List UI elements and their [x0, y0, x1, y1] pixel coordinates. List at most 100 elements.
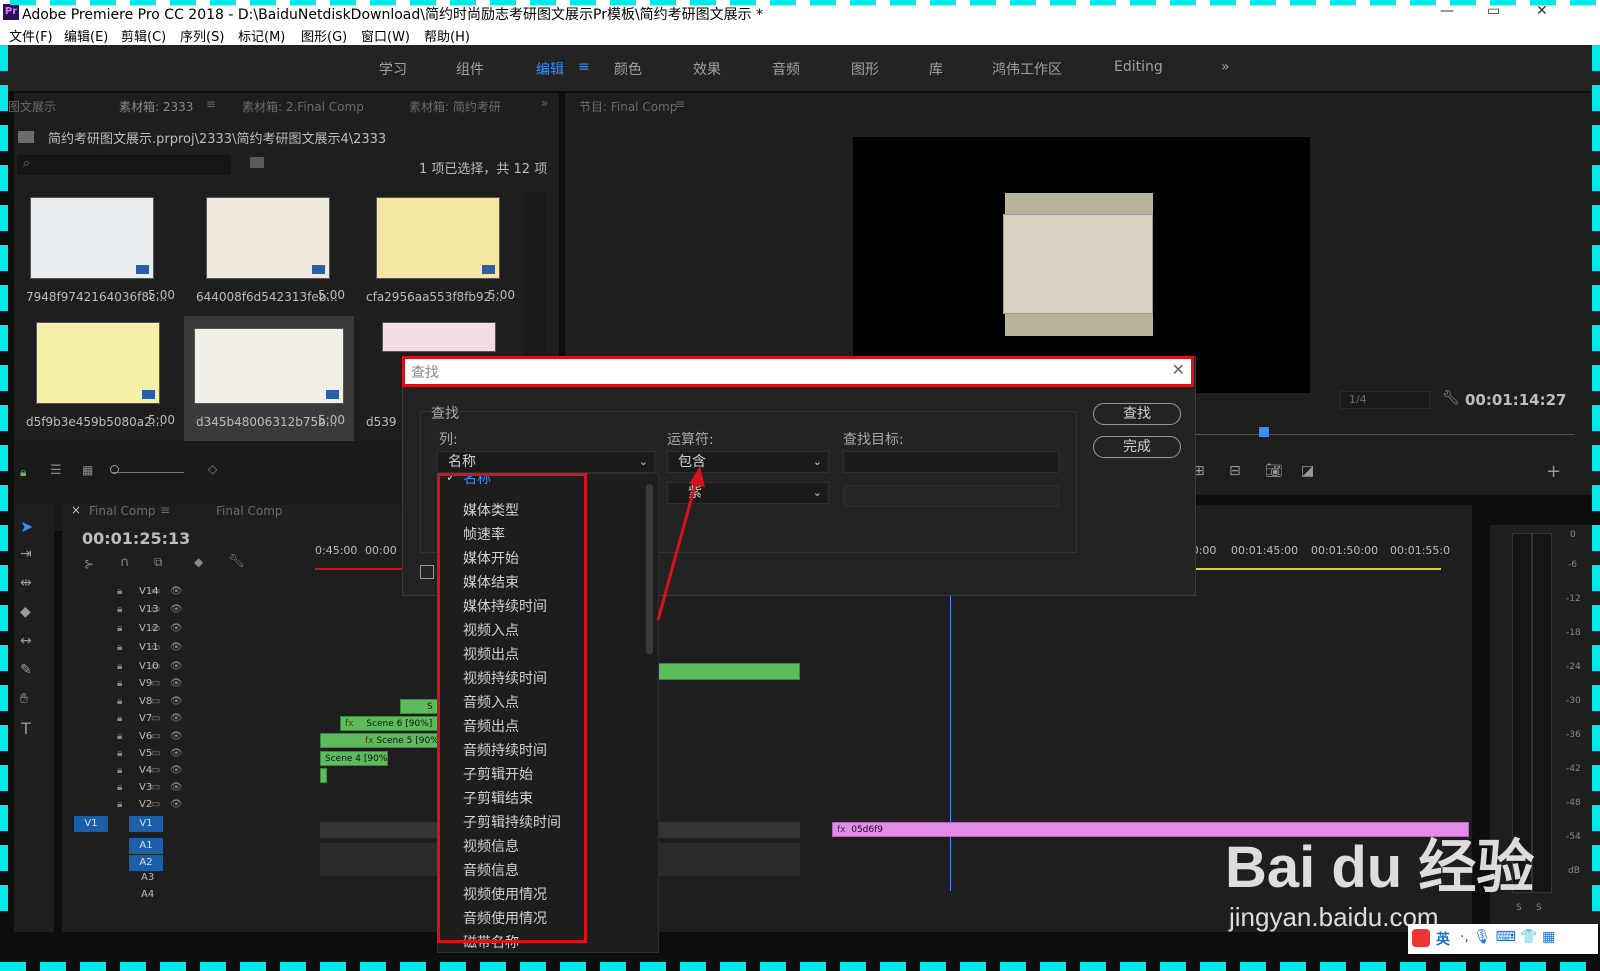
razor-tool-icon[interactable]: ◆ [20, 604, 31, 620]
meter-scale-label: -12 [1566, 594, 1581, 604]
menu-sequence[interactable]: 序列(S) [180, 26, 224, 45]
nest-icon[interactable]: ⊱ [84, 557, 94, 571]
timeline-clip-v10[interactable] [658, 663, 800, 680]
timeline-settings-icon[interactable]: 🔧︎ [228, 554, 245, 569]
track-header-v13: 🔒︎ ▭ 👁︎ V13 [117, 604, 183, 615]
menu-help[interactable]: 帮助(H) [424, 26, 470, 45]
ripple-edit-tool-icon[interactable]: ⇹ [20, 575, 32, 591]
comparison-icon[interactable]: ◪ [1301, 463, 1314, 479]
find-dialog-close-icon[interactable]: ✕ [1172, 360, 1185, 379]
hand-tool-icon[interactable]: ✋︎ [20, 691, 28, 707]
maximize-button[interactable]: ▭ [1487, 3, 1500, 19]
program-playhead[interactable] [1259, 427, 1269, 437]
workspace-libraries[interactable]: 库 [929, 59, 943, 79]
timeline-clip-v4[interactable] [320, 768, 327, 783]
program-menu-icon[interactable]: ≡ [675, 97, 685, 111]
new-bin-icon[interactable] [250, 157, 264, 168]
find-button[interactable]: 查找 [1093, 403, 1181, 425]
zoom-slider[interactable] [112, 472, 184, 473]
operator-select[interactable]: 包含 ⌄ [667, 451, 829, 473]
workspace-effects[interactable]: 效果 [693, 59, 721, 79]
timeline-playhead[interactable] [950, 573, 951, 891]
project-item-selected[interactable]: d345b48006312b75b... 5:00 [184, 316, 354, 441]
menu-edit[interactable]: 编辑(E) [64, 26, 108, 45]
camera-icon[interactable]: 📷︎ [1265, 463, 1283, 479]
project-tab-bin-simple[interactable]: 素材箱: 简约考研 [409, 98, 501, 115]
timeline-tab-final-comp[interactable]: Final Comp [89, 504, 156, 518]
ime-toolbar: 英 ·, 🎙 ⌨ 👕 ▦ [1408, 924, 1598, 954]
project-item[interactable]: cfa2956aa553f8fb92... 5:00 [354, 191, 524, 316]
column-select[interactable]: 名称 ⌄ [437, 451, 655, 473]
dropdown-scrollbar[interactable] [646, 484, 653, 654]
icon-view-icon[interactable]: ▦ [82, 463, 93, 477]
menu-clip[interactable]: 剪辑(C) [121, 26, 166, 45]
workspace-menu-icon[interactable]: ≡ [578, 59, 590, 75]
clip-thumbnail [206, 197, 330, 279]
wrench-icon[interactable]: 🔧︎ [1442, 390, 1460, 406]
menu-file[interactable]: 文件(F) [9, 26, 53, 45]
list-view-icon[interactable]: ☰ [50, 463, 62, 478]
slip-tool-icon[interactable]: ↔ [20, 633, 32, 649]
workspace-audio[interactable]: 音频 [772, 59, 800, 79]
menu-marker[interactable]: 标记(M) [238, 26, 285, 45]
add-marker-icon[interactable]: ◆ [194, 555, 203, 569]
workspace-custom[interactable]: 鸿伟工作区 [992, 59, 1062, 79]
source-patch-v1[interactable]: V1 [74, 816, 108, 832]
track-target-v1[interactable]: V1 [129, 816, 163, 832]
timeline-tab-final-comp-2[interactable]: Final Comp [216, 504, 283, 518]
lock-icon[interactable]: 🔒︎ [20, 465, 26, 480]
sort-icon[interactable]: ◇ [208, 462, 217, 476]
minimize-button[interactable]: — [1440, 3, 1454, 19]
workspace-color[interactable]: 颜色 [614, 59, 642, 79]
close-button[interactable]: ✕ [1536, 3, 1548, 19]
find-target-input[interactable] [843, 451, 1059, 473]
pen-tool-icon[interactable]: ✎ [20, 662, 32, 678]
capture-frame-top [10, 0, 1600, 5]
track-target-a1[interactable]: A1 [129, 838, 163, 854]
workspace-learn[interactable]: 学习 [379, 59, 407, 79]
project-tab-1[interactable]: 图文展示 [8, 98, 56, 115]
menu-window[interactable]: 窗口(W) [361, 26, 410, 45]
program-monitor-title[interactable]: 节目: Final Comp [579, 98, 677, 115]
workspace-editing[interactable]: 编辑 [536, 59, 564, 79]
ime-symbols[interactable]: ·, 🎙 ⌨ 👕 ▦ [1460, 929, 1555, 945]
done-button[interactable]: 完成 [1093, 436, 1181, 458]
zoom-slider-handle[interactable] [110, 465, 119, 474]
project-item[interactable]: 644008f6d542313feb... 5:00 [184, 191, 354, 316]
timeline-clip-v6[interactable]: fx Scene 5 [90%] [320, 733, 440, 748]
ime-language[interactable]: 英 [1436, 929, 1450, 949]
timeline-clip-v5[interactable]: Scene 4 [90%] [320, 751, 388, 766]
project-tab-bin-final[interactable]: 素材箱: 2.Final Comp [242, 98, 364, 115]
project-search-input[interactable] [17, 155, 231, 175]
track-label: A4 [141, 889, 155, 900]
timeline-menu-icon[interactable]: ≡ [160, 503, 170, 517]
tools-panel: ➤ ⇥ ⇹ ◆ ↔ ✎ ✋︎ T [14, 505, 54, 932]
chevron-down-icon: ⌄ [638, 455, 648, 468]
workspace-graphics[interactable]: 图形 [851, 59, 879, 79]
project-item[interactable]: 7948f9742164036f8c... 5:00 [14, 191, 184, 316]
selection-tool-icon[interactable]: ➤ [20, 517, 33, 536]
snap-icon[interactable]: ∩ [120, 555, 130, 570]
panel-overflow-icon[interactable]: » [541, 96, 548, 110]
zoom-select[interactable]: 1/4 [1340, 391, 1430, 409]
workspace-editing-custom[interactable]: Editing [1114, 59, 1163, 75]
extract-icon[interactable]: ⊟ [1229, 463, 1241, 479]
work-area-bar[interactable] [1171, 568, 1441, 570]
workspace-overflow-icon[interactable]: » [1221, 59, 1230, 75]
close-tab-icon[interactable]: × [71, 503, 81, 517]
workspace-assembly[interactable]: 组件 [456, 59, 484, 79]
add-button-icon[interactable]: + [1546, 461, 1561, 482]
project-tab-bin-2333[interactable]: 素材箱: 2333 [119, 98, 193, 115]
operator-select-2[interactable]: 紫 ⌄ [667, 482, 829, 504]
track-select-tool-icon[interactable]: ⇥ [20, 546, 32, 562]
menu-graphics[interactable]: 图形(G) [301, 26, 347, 45]
project-item[interactable]: d5f9b3e459b5080a2... 5:00 [14, 316, 184, 441]
linked-selection-icon[interactable]: ⧉ [154, 555, 163, 570]
playhead-ruler[interactable] [1175, 434, 1575, 435]
project-tab-menu-icon[interactable]: ≡ [206, 97, 216, 111]
meter-scale-label: -18 [1566, 628, 1581, 638]
match-case-checkbox[interactable] [420, 565, 434, 579]
find-target-input-2[interactable] [843, 485, 1059, 507]
track-target-a2[interactable]: A2 [129, 855, 163, 871]
type-tool-icon[interactable]: T [21, 719, 31, 738]
